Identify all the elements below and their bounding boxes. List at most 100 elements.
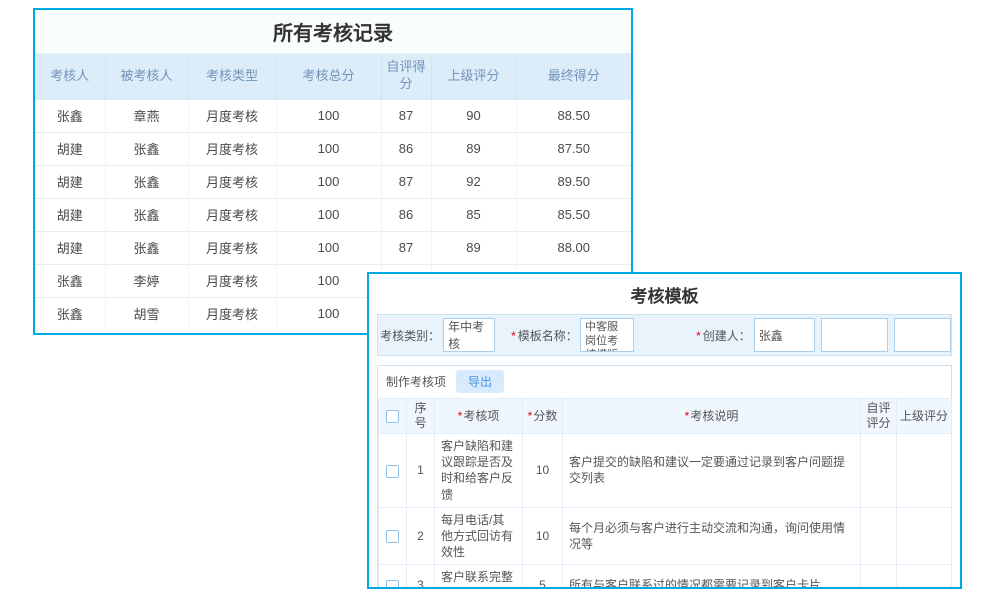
row-select-cell <box>379 565 407 589</box>
table-cell: 100 <box>276 198 381 231</box>
table-cell: 张鑫 <box>105 132 188 165</box>
template-name-field[interactable]: 2020年中客服岗位考核模版 <box>580 318 634 352</box>
col-assessee: 被考核人 <box>105 54 188 99</box>
col-index: 序号 <box>407 399 435 434</box>
table-cell: 张鑫 <box>105 165 188 198</box>
table-cell: 87.50 <box>516 132 631 165</box>
col-assessor: 考核人 <box>35 54 105 99</box>
table-row: 张鑫章燕月度考核100879088.50 <box>35 99 631 132</box>
table-cell: 客户提交的缺陷和建议一定要通过记录到客户问题提交列表 <box>563 434 861 508</box>
creator-field[interactable]: 张鑫 <box>754 318 815 352</box>
table-cell: 100 <box>276 231 381 264</box>
table-row: 3客户联系完整性5所有与客户联系过的情况都需要记录到客户卡片 <box>379 565 952 589</box>
table-row: 胡建张鑫月度考核100868585.50 <box>35 198 631 231</box>
table-cell <box>897 565 952 589</box>
row-checkbox[interactable] <box>386 530 399 543</box>
table-row: 2每月电话/其他方式回访有效性10每个月必须与客户进行主动交流和沟通，询问使用情… <box>379 507 952 565</box>
table-cell: 92 <box>431 165 516 198</box>
table-cell: 87 <box>381 231 431 264</box>
table-cell: 所有与客户联系过的情况都需要记录到客户卡片 <box>563 565 861 589</box>
export-button[interactable]: 导出 <box>456 370 504 393</box>
row-select-cell <box>379 507 407 565</box>
category-label: 考核类别： <box>378 327 440 344</box>
col-superior-rating: 上级评分 <box>897 399 952 434</box>
template-form: 考核类别： 年中考核 *模板名称： 2020年中客服岗位考核模版 *创建人： 张… <box>377 314 952 356</box>
row-checkbox[interactable] <box>386 465 399 478</box>
table-row: 胡建张鑫月度考核100868987.50 <box>35 132 631 165</box>
col-self-score: 自评得分 <box>381 54 431 99</box>
items-table-body: 1客户缺陷和建议跟踪是否及时和给客户反馈10客户提交的缺陷和建议一定要通过记录到… <box>379 434 952 590</box>
table-cell <box>861 565 897 589</box>
table-cell: 87 <box>381 165 431 198</box>
table-cell: 月度考核 <box>188 99 276 132</box>
col-description: *考核说明 <box>563 399 861 434</box>
empty-field[interactable] <box>894 318 951 352</box>
empty-field[interactable] <box>821 318 888 352</box>
table-cell: 10 <box>523 507 563 565</box>
table-cell: 89.50 <box>516 165 631 198</box>
table-cell: 89 <box>431 132 516 165</box>
table-cell: 10 <box>523 434 563 508</box>
table-cell: 张鑫 <box>35 297 105 330</box>
table-cell: 胡建 <box>35 165 105 198</box>
items-table: 序号 *考核项 *分数 *考核说明 自评评分 上级评分 1客户缺陷和建议跟踪是否… <box>378 398 952 589</box>
records-panel-title: 所有考核记录 <box>35 10 631 54</box>
template-panel-title: 考核模板 <box>369 274 960 314</box>
row-select-cell <box>379 434 407 508</box>
table-cell: 100 <box>276 132 381 165</box>
col-score: *分数 <box>523 399 563 434</box>
table-cell: 张鑫 <box>35 99 105 132</box>
table-cell: 胡建 <box>35 198 105 231</box>
table-cell: 月度考核 <box>188 132 276 165</box>
required-mark: * <box>685 409 690 423</box>
table-cell: 1 <box>407 434 435 508</box>
table-cell <box>897 434 952 508</box>
category-field[interactable]: 年中考核 <box>443 318 495 352</box>
items-header-row: 序号 *考核项 *分数 *考核说明 自评评分 上级评分 <box>379 399 952 434</box>
table-cell: 张鑫 <box>105 231 188 264</box>
row-checkbox[interactable] <box>386 580 399 589</box>
table-cell: 88.50 <box>516 99 631 132</box>
table-cell: 胡建 <box>35 132 105 165</box>
items-section: 制作考核项 导出 序号 *考核项 *分数 *考核说明 自评评分 上 <box>377 365 952 589</box>
required-mark: * <box>696 329 701 343</box>
table-cell: 100 <box>276 297 381 330</box>
table-row: 胡建张鑫月度考核100879289.50 <box>35 165 631 198</box>
creator-label: *创建人： <box>634 327 751 344</box>
table-cell: 2 <box>407 507 435 565</box>
table-cell: 月度考核 <box>188 165 276 198</box>
col-total-score: 考核总分 <box>276 54 381 99</box>
items-toolbar: 制作考核项 导出 <box>378 366 951 398</box>
table-cell: 月度考核 <box>188 264 276 297</box>
table-cell: 88.00 <box>516 231 631 264</box>
table-cell: 86 <box>381 132 431 165</box>
table-cell: 每个月必须与客户进行主动交流和沟通，询问使用情况等 <box>563 507 861 565</box>
items-section-label: 制作考核项 <box>386 373 446 390</box>
select-all-checkbox[interactable] <box>386 410 399 423</box>
col-final-score: 最终得分 <box>516 54 631 99</box>
table-cell: 月度考核 <box>188 198 276 231</box>
table-cell: 100 <box>276 264 381 297</box>
table-cell: 胡建 <box>35 231 105 264</box>
template-name-label: *模板名称： <box>511 327 577 344</box>
required-mark: * <box>528 409 533 423</box>
col-item: *考核项 <box>435 399 523 434</box>
select-all-cell <box>379 399 407 434</box>
table-cell <box>861 434 897 508</box>
table-cell: 月度考核 <box>188 231 276 264</box>
table-cell: 李婷 <box>105 264 188 297</box>
table-cell: 85 <box>431 198 516 231</box>
table-cell <box>897 507 952 565</box>
table-cell: 月度考核 <box>188 297 276 330</box>
table-cell: 客户缺陷和建议跟踪是否及时和给客户反馈 <box>435 434 523 508</box>
required-mark: * <box>511 329 516 343</box>
table-cell: 3 <box>407 565 435 589</box>
table-cell: 张鑫 <box>105 198 188 231</box>
table-cell: 100 <box>276 165 381 198</box>
table-cell: 胡雪 <box>105 297 188 330</box>
table-row: 1客户缺陷和建议跟踪是否及时和给客户反馈10客户提交的缺陷和建议一定要通过记录到… <box>379 434 952 508</box>
table-cell: 5 <box>523 565 563 589</box>
table-cell: 张鑫 <box>35 264 105 297</box>
col-superior-score: 上级评分 <box>431 54 516 99</box>
table-cell: 89 <box>431 231 516 264</box>
